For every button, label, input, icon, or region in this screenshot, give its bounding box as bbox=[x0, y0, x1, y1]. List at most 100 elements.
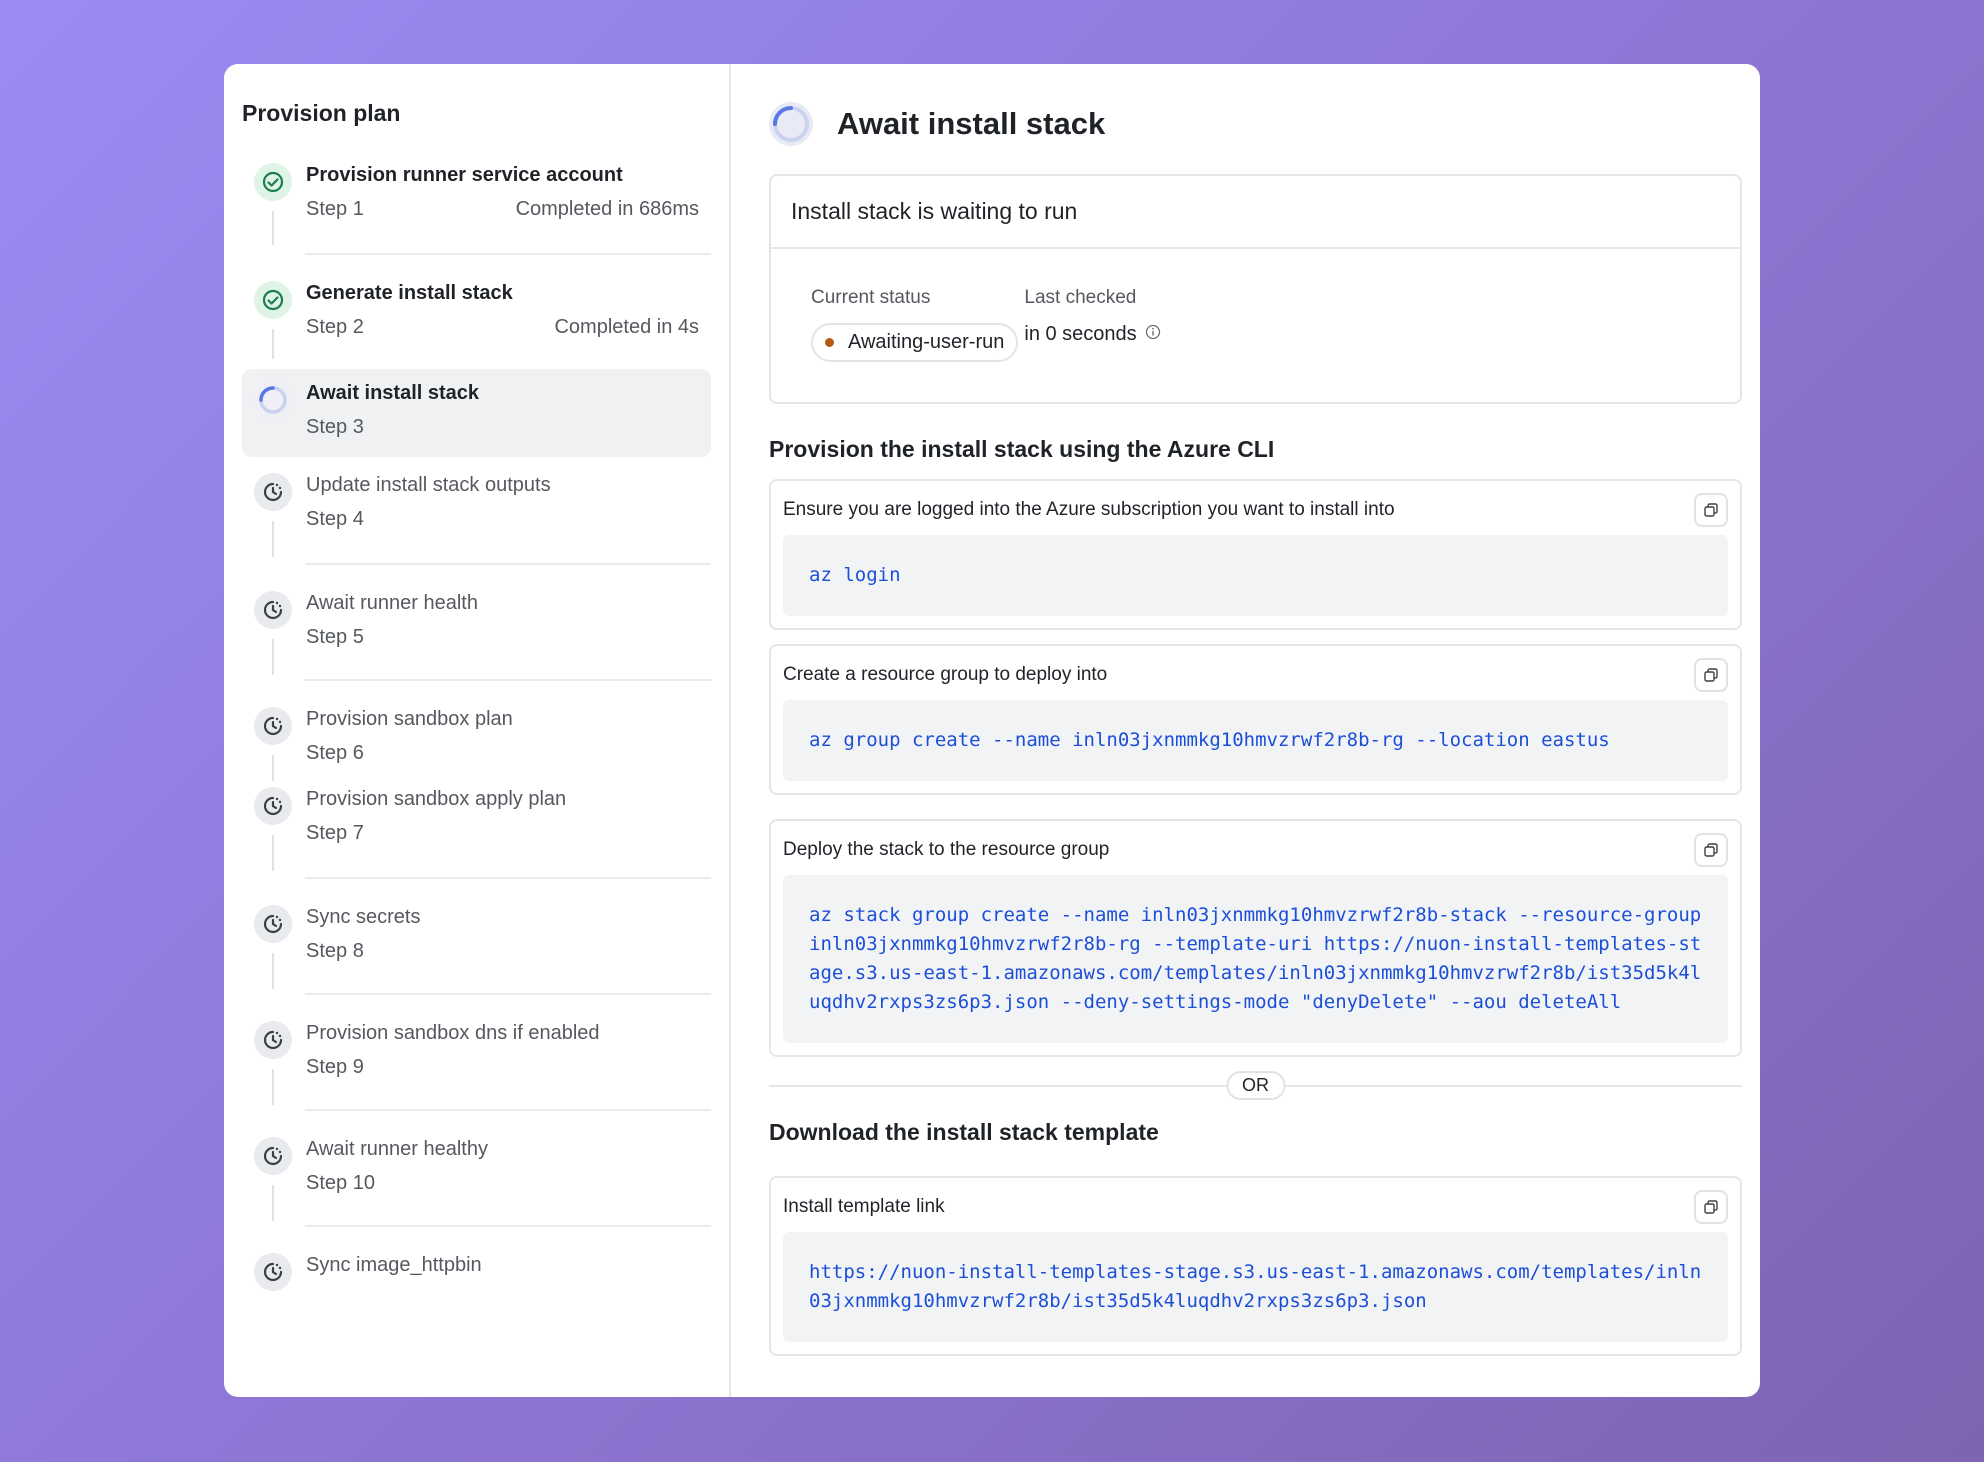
step-number: Step 10 bbox=[306, 1172, 375, 1194]
status-dot-icon bbox=[825, 338, 834, 347]
step-number: Step 2 bbox=[306, 316, 364, 338]
step-label: Provision sandbox dns if enabled bbox=[306, 1022, 600, 1044]
status-badge: Awaiting-user-run bbox=[811, 323, 1019, 362]
step-item-6[interactable]: Provision sandbox plan Step 6 bbox=[242, 695, 711, 781]
step-label: Sync image_httpbin bbox=[306, 1254, 482, 1276]
check-circle-icon bbox=[254, 163, 292, 201]
step-item-2[interactable]: Generate install stack Step 2 Completed … bbox=[242, 269, 711, 369]
step-connector bbox=[272, 639, 274, 675]
clock-pending-icon bbox=[254, 473, 292, 511]
spinner-icon bbox=[769, 102, 813, 146]
command-card-resource-group: Create a resource group to deploy into a… bbox=[769, 644, 1742, 795]
step-item-10[interactable]: Await runner healthy Step 10 bbox=[242, 1125, 711, 1225]
current-status: Current status Awaiting-user-run bbox=[811, 287, 1019, 362]
step-label: Update install stack outputs bbox=[306, 474, 551, 496]
step-label: Provision sandbox apply plan bbox=[306, 788, 567, 810]
spinner-icon bbox=[254, 381, 292, 419]
step-item-4[interactable]: Update install stack outputs Step 4 bbox=[242, 461, 711, 563]
last-checked-value: in 0 seconds bbox=[1024, 323, 1137, 345]
step-connector bbox=[272, 1185, 274, 1221]
step-number: Step 1 bbox=[306, 198, 364, 220]
download-section-title: Download the install stack template bbox=[769, 1119, 1159, 1145]
step-label: Await install stack bbox=[306, 382, 480, 404]
step-label: Sync secrets bbox=[306, 906, 421, 928]
step-connector bbox=[272, 521, 274, 557]
step-divider bbox=[305, 679, 711, 681]
copy-button[interactable] bbox=[1694, 833, 1728, 867]
copy-button[interactable] bbox=[1694, 658, 1728, 692]
template-link-label: Install template link bbox=[783, 1196, 945, 1217]
step-item-11[interactable]: Sync image_httpbin bbox=[242, 1241, 711, 1341]
copy-icon bbox=[1704, 843, 1718, 857]
step-divider bbox=[305, 1109, 711, 1111]
current-status-label: Current status bbox=[811, 287, 931, 308]
clock-pending-icon bbox=[254, 787, 292, 825]
or-label: OR bbox=[1226, 1071, 1285, 1100]
clock-pending-icon bbox=[254, 1021, 292, 1059]
clock-pending-icon bbox=[254, 591, 292, 629]
command-card-deploy: Deploy the stack to the resource group a… bbox=[769, 819, 1742, 1057]
or-divider: OR bbox=[769, 1071, 1742, 1101]
step-item-8[interactable]: Sync secrets Step 8 bbox=[242, 893, 711, 993]
copy-icon bbox=[1704, 1200, 1718, 1214]
step-number: Step 6 bbox=[306, 742, 364, 764]
step-divider bbox=[305, 877, 711, 879]
status-card: Install stack is waiting to run Current … bbox=[769, 174, 1742, 404]
step-number: Step 7 bbox=[306, 822, 364, 844]
command-label: Ensure you are logged into the Azure sub… bbox=[783, 499, 1395, 520]
step-label: Await runner health bbox=[306, 592, 478, 614]
step-number: Step 8 bbox=[306, 940, 364, 962]
command-card-login: Ensure you are logged into the Azure sub… bbox=[769, 479, 1742, 630]
step-label: Generate install stack bbox=[306, 282, 513, 304]
step-item-5[interactable]: Await runner health Step 5 bbox=[242, 579, 711, 679]
copy-icon bbox=[1704, 503, 1718, 517]
info-icon[interactable] bbox=[1145, 323, 1161, 346]
cli-section-title: Provision the install stack using the Az… bbox=[769, 436, 1275, 462]
step-duration: Completed in 4s bbox=[554, 316, 699, 338]
copy-icon bbox=[1704, 668, 1718, 682]
code-block[interactable]: az stack group create --name inln03jxnmm… bbox=[783, 875, 1728, 1043]
sidebar: Provision plan Provision runner service … bbox=[224, 64, 731, 1397]
step-connector bbox=[272, 329, 274, 359]
clock-pending-icon bbox=[254, 905, 292, 943]
copy-button[interactable] bbox=[1694, 1190, 1728, 1224]
step-connector bbox=[272, 211, 274, 245]
step-label: Provision sandbox plan bbox=[306, 708, 513, 730]
code-block[interactable]: az group create --name inln03jxnmmkg10hm… bbox=[783, 700, 1728, 781]
step-label: Await runner healthy bbox=[306, 1138, 488, 1160]
command-label: Deploy the stack to the resource group bbox=[783, 839, 1110, 860]
app-window: Provision plan Provision runner service … bbox=[224, 64, 1760, 1397]
command-label: Create a resource group to deploy into bbox=[783, 664, 1108, 685]
step-item-3[interactable]: Await install stack Step 3 bbox=[242, 369, 711, 457]
step-item-1[interactable]: Provision runner service account Step 1 … bbox=[242, 151, 711, 253]
check-circle-icon bbox=[254, 281, 292, 319]
step-number: Step 4 bbox=[306, 508, 364, 530]
clock-pending-icon bbox=[254, 707, 292, 745]
step-connector bbox=[272, 835, 274, 871]
step-connector bbox=[272, 1069, 274, 1105]
step-divider bbox=[305, 253, 711, 255]
step-item-9[interactable]: Provision sandbox dns if enabled Step 9 bbox=[242, 1009, 711, 1109]
step-number: Step 5 bbox=[306, 626, 364, 648]
step-number: Step 3 bbox=[306, 416, 364, 438]
template-link-card: Install template link https://nuon-insta… bbox=[769, 1176, 1742, 1356]
step-label: Provision runner service account bbox=[306, 164, 623, 186]
clock-pending-icon bbox=[254, 1137, 292, 1175]
step-number: Step 9 bbox=[306, 1056, 364, 1078]
page-header: Await install stack bbox=[769, 102, 1742, 146]
template-link-code[interactable]: https://nuon-install-templates-stage.s3.… bbox=[783, 1232, 1728, 1342]
last-checked: Last checked in 0 seconds bbox=[1024, 287, 1160, 362]
page-title: Await install stack bbox=[837, 106, 1106, 141]
copy-button[interactable] bbox=[1694, 493, 1728, 527]
clock-pending-icon bbox=[254, 1253, 292, 1291]
step-divider bbox=[305, 1225, 711, 1227]
code-block[interactable]: az login bbox=[783, 535, 1728, 616]
status-card-heading: Install stack is waiting to run bbox=[771, 176, 1740, 249]
step-connector bbox=[272, 953, 274, 989]
step-divider bbox=[305, 993, 711, 995]
last-checked-label: Last checked bbox=[1024, 287, 1137, 308]
step-divider bbox=[305, 563, 711, 565]
step-item-7[interactable]: Provision sandbox apply plan Step 7 bbox=[242, 775, 711, 877]
main-panel: Await install stack Install stack is wai… bbox=[731, 64, 1760, 1397]
step-duration: Completed in 686ms bbox=[515, 198, 699, 220]
